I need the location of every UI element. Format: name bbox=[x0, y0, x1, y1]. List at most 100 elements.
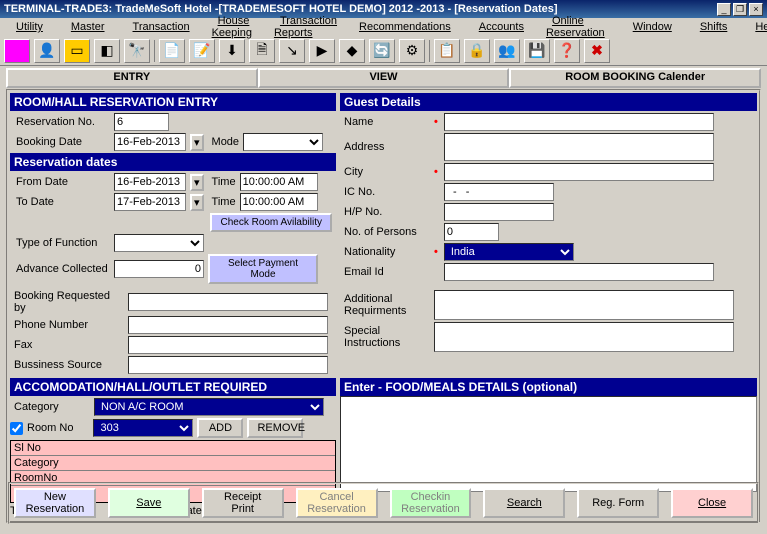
payment-mode-button[interactable]: Select Payment Mode bbox=[208, 254, 318, 284]
tool-disk-icon[interactable]: 💾 bbox=[524, 39, 550, 63]
mode-select[interactable] bbox=[243, 133, 323, 151]
menu-window[interactable]: Window bbox=[621, 20, 684, 34]
close-icon[interactable]: × bbox=[749, 3, 763, 16]
required-icon: • bbox=[434, 246, 438, 258]
tool-binoculars-icon[interactable]: 🔭 bbox=[124, 39, 150, 63]
address-input[interactable] bbox=[444, 133, 714, 161]
tool-user-icon[interactable]: 👥 bbox=[494, 39, 520, 63]
tool-exit-icon[interactable]: ✖ bbox=[584, 39, 610, 63]
menu-online[interactable]: Online Reservation bbox=[540, 14, 617, 40]
from-date-picker-icon[interactable]: ▾ bbox=[190, 174, 204, 191]
label-requested-by: Booking Requested by bbox=[10, 290, 124, 314]
grid-col-slno: Sl No bbox=[11, 441, 335, 456]
category-select[interactable]: NON A/C ROOM bbox=[94, 398, 324, 416]
menu-recommendations[interactable]: Recommendations bbox=[347, 20, 463, 34]
tool-doc-icon[interactable]: 🗎 bbox=[249, 39, 275, 63]
section-reservation-entry: ROOM/HALL RESERVATION ENTRY bbox=[10, 93, 336, 111]
menu-help[interactable]: Help bbox=[743, 20, 767, 34]
menu-housekeeping[interactable]: House Keeping bbox=[206, 14, 264, 40]
tool-gear-icon[interactable]: ⚙ bbox=[399, 39, 425, 63]
name-input[interactable] bbox=[444, 113, 714, 131]
tool-edit-icon[interactable]: 📝 bbox=[189, 39, 215, 63]
menu-accounts[interactable]: Accounts bbox=[467, 20, 536, 34]
add-req-input[interactable] bbox=[434, 290, 734, 320]
source-input[interactable] bbox=[128, 356, 328, 374]
label-function: Type of Function bbox=[10, 237, 110, 249]
maximize-icon[interactable]: ❐ bbox=[733, 3, 747, 16]
menu-utility[interactable]: Utility bbox=[4, 20, 55, 34]
persons-input[interactable] bbox=[444, 223, 499, 241]
tool-play-icon[interactable]: ▶ bbox=[309, 39, 335, 63]
tab-entry[interactable]: ENTRY bbox=[6, 68, 258, 88]
menu-master[interactable]: Master bbox=[59, 20, 117, 34]
res-no-input[interactable] bbox=[114, 113, 169, 131]
tool-lock-icon[interactable]: 🔒 bbox=[464, 39, 490, 63]
from-time-input[interactable] bbox=[240, 173, 318, 191]
label-special: Special Instructions bbox=[340, 325, 430, 349]
label-address: Address bbox=[340, 141, 430, 153]
label-email: Email Id bbox=[340, 266, 430, 278]
nationality-select[interactable]: India bbox=[444, 243, 574, 261]
tool-misc-icon[interactable]: ◆ bbox=[339, 39, 365, 63]
reg-form-button[interactable]: Reg. Form bbox=[577, 488, 659, 518]
tool-icon-1[interactable] bbox=[4, 39, 30, 63]
menu-shifts[interactable]: Shifts bbox=[688, 20, 740, 34]
minimize-icon[interactable]: _ bbox=[717, 3, 731, 16]
tool-help-icon[interactable]: ❓ bbox=[554, 39, 580, 63]
cancel-reservation-button[interactable]: Cancel Reservation bbox=[296, 488, 378, 518]
label-booking-date: Booking Date bbox=[10, 136, 110, 148]
tool-window-icon[interactable]: ▭ bbox=[64, 39, 90, 63]
tool-list-icon[interactable]: 📋 bbox=[434, 39, 460, 63]
label-from-date: From Date bbox=[10, 176, 110, 188]
label-category: Category bbox=[10, 401, 90, 413]
tool-person-icon[interactable]: 👤 bbox=[34, 39, 60, 63]
to-date-picker-icon[interactable]: ▾ bbox=[190, 194, 204, 211]
hp-input[interactable] bbox=[444, 203, 554, 221]
booking-date-input[interactable] bbox=[114, 133, 186, 151]
menu-reports[interactable]: Transaction Reports bbox=[268, 14, 343, 40]
label-time2: Time bbox=[208, 196, 236, 208]
function-select[interactable] bbox=[114, 234, 204, 252]
label-nationality: Nationality bbox=[340, 246, 430, 258]
check-availability-button[interactable]: Check Room Avilability bbox=[210, 213, 332, 232]
search-button[interactable]: Search bbox=[483, 488, 565, 518]
requested-by-input[interactable] bbox=[128, 293, 328, 311]
tab-view[interactable]: VIEW bbox=[258, 68, 510, 88]
phone-input[interactable] bbox=[128, 316, 328, 334]
save-button[interactable]: Save bbox=[108, 488, 190, 518]
to-time-input[interactable] bbox=[240, 193, 318, 211]
tab-calendar[interactable]: ROOM BOOKING Calender bbox=[509, 68, 761, 88]
special-input[interactable] bbox=[434, 322, 734, 352]
to-date-input[interactable] bbox=[114, 193, 186, 211]
advance-input[interactable] bbox=[114, 260, 204, 278]
room-no-checkbox[interactable] bbox=[10, 422, 23, 435]
grid-col-category: Category bbox=[11, 456, 335, 471]
add-button[interactable]: ADD bbox=[197, 418, 243, 438]
receipt-print-button[interactable]: Receipt Print bbox=[202, 488, 284, 518]
tool-arrow-icon[interactable]: ↘ bbox=[279, 39, 305, 63]
fax-input[interactable] bbox=[128, 336, 328, 354]
window-controls: _ ❐ × bbox=[717, 3, 763, 16]
label-phone: Phone Number bbox=[10, 319, 124, 331]
email-input[interactable] bbox=[444, 263, 714, 281]
close-button[interactable]: Close bbox=[671, 488, 753, 518]
from-date-input[interactable] bbox=[114, 173, 186, 191]
room-no-select[interactable]: 303 bbox=[93, 419, 193, 437]
label-to-date: To Date bbox=[10, 196, 110, 208]
city-input[interactable] bbox=[444, 163, 714, 181]
food-details-area[interactable] bbox=[340, 396, 757, 492]
label-fax: Fax bbox=[10, 339, 124, 351]
menu-transaction[interactable]: Transaction bbox=[121, 20, 202, 34]
label-add-req: Additional Requirments bbox=[340, 293, 430, 317]
remove-button[interactable]: REMOVE bbox=[247, 418, 303, 438]
checkin-reservation-button[interactable]: Checkin Reservation bbox=[390, 488, 472, 518]
new-reservation-button[interactable]: New Reservation bbox=[14, 488, 96, 518]
menu-bar: Utility Master Transaction House Keeping… bbox=[0, 18, 767, 36]
tool-down-icon[interactable]: ⬇ bbox=[219, 39, 245, 63]
label-advance: Advance Collected bbox=[10, 263, 110, 275]
booking-date-picker-icon[interactable]: ▾ bbox=[190, 134, 204, 151]
ic-input[interactable] bbox=[444, 183, 554, 201]
tool-page-icon[interactable]: 📄 bbox=[159, 39, 185, 63]
tool-cube-icon[interactable]: ◧ bbox=[94, 39, 120, 63]
tool-refresh-icon[interactable]: 🔄 bbox=[369, 39, 395, 63]
